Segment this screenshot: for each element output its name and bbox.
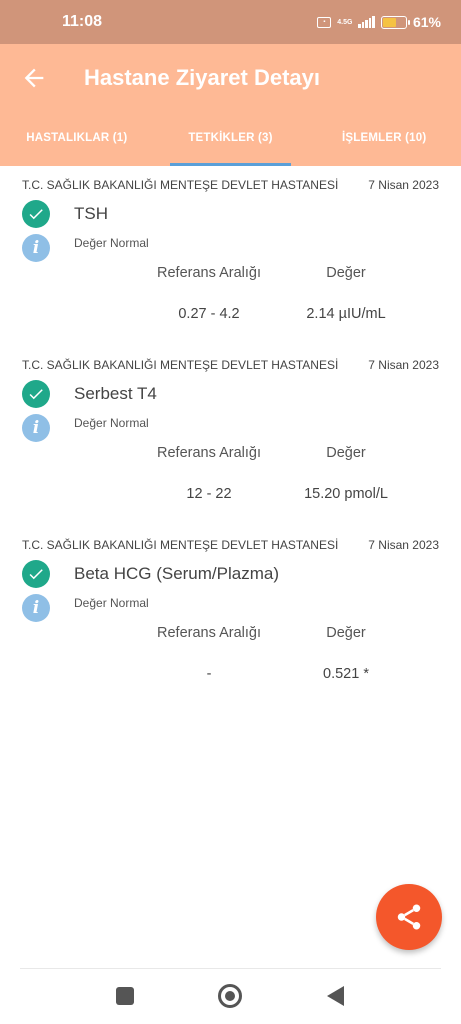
signal-icon — [358, 16, 375, 28]
reference-header: Referans Aralığı — [157, 445, 261, 461]
reference-range: 0.27 - 4.2 — [178, 306, 240, 322]
test-value: 15.20 pmol/L — [304, 486, 388, 502]
value-header: Değer — [326, 625, 366, 641]
network-type: 4.5G — [337, 18, 353, 26]
status-time: 11:08 — [62, 13, 103, 30]
test-name: Beta HCG (Serum/Plazma) — [74, 564, 279, 583]
value-header: Değer — [326, 265, 366, 281]
test-name: Serbest T4 — [74, 384, 157, 403]
value-header: Değer — [326, 445, 366, 461]
reference-header: Referans Aralığı — [157, 265, 261, 281]
test-date: 7 Nisan 2023 — [368, 538, 439, 552]
test-status: Değer Normal — [74, 236, 149, 250]
tab-procedures[interactable]: İŞLEMLER (10) — [307, 114, 461, 166]
test-name: TSH — [74, 204, 108, 223]
share-button[interactable] — [376, 884, 442, 950]
hospital-name: T.C. SAĞLIK BAKANLIĞI MENTEŞE DEVLET HAS… — [22, 358, 339, 372]
hospital-name: T.C. SAĞLIK BAKANLIĞI MENTEŞE DEVLET HAS… — [22, 538, 339, 552]
tab-bar: HASTALIKLAR (1) TETKİKLER (3) İŞLEMLER (… — [0, 114, 461, 166]
volte-icon: ▪ — [317, 16, 332, 28]
recent-apps-icon[interactable] — [116, 987, 134, 1005]
reference-range: - — [206, 666, 212, 682]
reference-header: Referans Aralığı — [157, 625, 261, 641]
check-circle-icon — [22, 200, 50, 228]
check-circle-icon — [22, 560, 50, 588]
page-title: Hastane Ziyaret Detayı — [84, 65, 320, 90]
info-icon[interactable]: i — [22, 234, 50, 262]
tab-tests[interactable]: TETKİKLER (3) — [154, 114, 308, 166]
info-icon[interactable]: i — [22, 414, 50, 442]
app-bar: Hastane Ziyaret Detayı HASTALIKLAR (1) T… — [0, 44, 461, 166]
home-icon[interactable] — [218, 984, 242, 1008]
check-circle-icon — [22, 380, 50, 408]
test-value: 0.521 * — [323, 666, 369, 682]
battery-percent: 61% — [412, 14, 441, 30]
reference-range: 12 - 22 — [186, 486, 232, 502]
info-icon[interactable]: i — [22, 594, 50, 622]
test-card[interactable]: T.C. SAĞLIK BAKANLIĞI MENTEŞE DEVLET HAS… — [0, 346, 461, 526]
system-nav-bar — [0, 969, 461, 1024]
hospital-name: T.C. SAĞLIK BAKANLIĞI MENTEŞE DEVLET HAS… — [22, 178, 339, 192]
test-status: Değer Normal — [74, 416, 149, 430]
test-date: 7 Nisan 2023 — [368, 178, 439, 192]
test-list: T.C. SAĞLIK BAKANLIĞI MENTEŞE DEVLET HAS… — [0, 166, 461, 706]
test-status: Değer Normal — [74, 596, 149, 610]
test-card[interactable]: T.C. SAĞLIK BAKANLIĞI MENTEŞE DEVLET HAS… — [0, 166, 461, 346]
test-card[interactable]: T.C. SAĞLIK BAKANLIĞI MENTEŞE DEVLET HAS… — [0, 526, 461, 706]
test-date: 7 Nisan 2023 — [368, 358, 439, 372]
arrow-left-icon[interactable] — [20, 64, 48, 92]
test-value: 2.14 µIU/mL — [306, 306, 386, 322]
share-icon — [397, 904, 421, 930]
tab-diseases[interactable]: HASTALIKLAR (1) — [0, 114, 154, 166]
battery-icon — [380, 15, 410, 29]
status-bar: 11:08 ▪ 4.5G 61% — [0, 0, 461, 44]
status-icons: ▪ 4.5G 61% — [317, 14, 441, 30]
back-triangle-icon[interactable] — [327, 986, 344, 1006]
